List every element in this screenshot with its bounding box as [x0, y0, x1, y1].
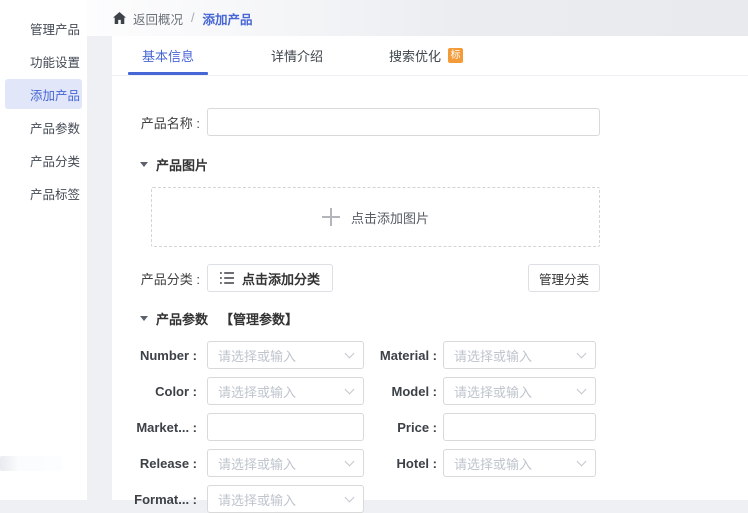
param-row: Release : 请选择或输入 Hotel : 请选择或输入 [112, 449, 748, 477]
param-label-hotel: Hotel : [364, 456, 437, 471]
sidebar: 管理产品功能设置添加产品产品参数产品分类产品标签 [0, 0, 87, 500]
product-category-label: 产品分类 : [112, 269, 200, 288]
param-select-material[interactable]: 请选择或输入 [443, 341, 596, 369]
breadcrumb: 返回概况 / 添加产品 [87, 0, 748, 36]
product-params-label: 产品参数 [156, 309, 208, 328]
content-card: 基本信息 详情介绍 搜索优化标 产品名称 : 产品图片 点击添加图片 产品分类 : [112, 36, 748, 500]
param-cell: Model : 请选择或输入 [364, 377, 596, 405]
breadcrumb-back-link[interactable]: 返回概况 [133, 9, 183, 28]
product-images-label: 产品图片 [156, 155, 208, 174]
param-label-format: Format... : [112, 492, 197, 507]
param-select-color[interactable]: 请选择或输入 [207, 377, 364, 405]
sidebar-item-4[interactable]: 产品分类 [5, 145, 82, 175]
param-label-release: Release : [112, 456, 197, 471]
product-form: 产品名称 : 产品图片 点击添加图片 产品分类 : [112, 76, 748, 513]
tab-2[interactable]: 搜索优化标 [386, 36, 466, 75]
select-placeholder: 请选择或输入 [454, 382, 532, 401]
param-cell: Material : 请选择或输入 [364, 341, 596, 369]
select-placeholder: 请选择或输入 [218, 454, 296, 473]
tab-label: 基本信息 [142, 46, 194, 65]
manage-params-link[interactable]: 【管理参数】 [220, 309, 298, 328]
tab-0[interactable]: 基本信息 [128, 36, 208, 75]
chevron-down-icon [345, 456, 355, 466]
param-label-color: Color : [112, 384, 197, 399]
select-placeholder: 请选择或输入 [218, 346, 296, 365]
breadcrumb-current: 添加产品 [203, 9, 253, 28]
product-name-row: 产品名称 : [112, 108, 748, 136]
param-label-market: Market... : [112, 420, 197, 435]
param-label-number: Number : [112, 348, 197, 363]
tab-badge: 标 [448, 48, 463, 63]
param-row: Color : 请选择或输入 Model : 请选择或输入 [112, 377, 748, 405]
param-select-hotel[interactable]: 请选择或输入 [443, 449, 596, 477]
param-cell: Release : 请选择或输入 [112, 449, 364, 477]
param-input-price[interactable] [443, 413, 596, 441]
upload-hint-label: 点击添加图片 [351, 208, 429, 227]
add-category-label: 点击添加分类 [242, 269, 320, 288]
param-row: Number : 请选择或输入 Material : 请选择或输入 [112, 341, 748, 369]
product-params-grid: Number : 请选择或输入 Material : 请选择或输入 Color : 请选择… [112, 341, 748, 513]
product-name-label: 产品名称 : [112, 113, 200, 132]
status-tooltip [0, 456, 62, 471]
tab-bar: 基本信息 详情介绍 搜索优化标 [112, 36, 748, 76]
param-select-model[interactable]: 请选择或输入 [443, 377, 596, 405]
select-placeholder: 请选择或输入 [454, 346, 532, 365]
sidebar-item-1[interactable]: 功能设置 [5, 46, 82, 76]
breadcrumb-separator: / [191, 11, 194, 25]
chevron-down-icon [577, 456, 587, 466]
select-placeholder: 请选择或输入 [454, 454, 532, 473]
home-icon[interactable] [113, 12, 126, 24]
param-select-format[interactable]: 请选择或输入 [207, 485, 364, 513]
param-cell: Number : 请选择或输入 [112, 341, 364, 369]
sidebar-item-5[interactable]: 产品标签 [5, 178, 82, 208]
param-select-release[interactable]: 请选择或输入 [207, 449, 364, 477]
param-input-field-price[interactable] [454, 420, 585, 435]
product-name-input[interactable] [207, 108, 600, 136]
add-image-dropzone[interactable]: 点击添加图片 [151, 187, 600, 247]
select-placeholder: 请选择或输入 [218, 382, 296, 401]
tab-label: 详情介绍 [271, 46, 323, 65]
add-category-button[interactable]: 点击添加分类 [207, 264, 333, 292]
sidebar-item-0[interactable]: 管理产品 [5, 13, 82, 43]
chevron-down-icon [577, 348, 587, 358]
sidebar-item-3[interactable]: 产品参数 [5, 112, 82, 142]
select-placeholder: 请选择或输入 [218, 490, 296, 509]
chevron-down-icon [345, 492, 355, 502]
param-input-field-market[interactable] [218, 420, 353, 435]
param-row: Market... : Price : [112, 413, 748, 441]
collapse-caret-icon[interactable] [140, 316, 148, 321]
collapse-caret-icon[interactable] [140, 162, 148, 167]
plus-icon [322, 208, 340, 226]
param-cell: Format... : 请选择或输入 [112, 485, 364, 513]
param-label-price: Price : [364, 420, 437, 435]
list-icon [220, 272, 234, 284]
param-cell: Price : [364, 413, 596, 441]
tab-label: 搜索优化 [389, 46, 441, 65]
param-cell: Hotel : 请选择或输入 [364, 449, 596, 477]
chevron-down-icon [345, 384, 355, 394]
param-cell: Color : 请选择或输入 [112, 377, 364, 405]
product-images-section-header: 产品图片 [140, 155, 748, 174]
tab-1[interactable]: 详情介绍 [257, 36, 337, 75]
param-input-market[interactable] [207, 413, 364, 441]
manage-category-button[interactable]: 管理分类 [528, 264, 600, 292]
product-category-row: 产品分类 : 点击添加分类 管理分类 [112, 264, 600, 292]
sidebar-item-2[interactable]: 添加产品 [5, 79, 82, 109]
param-label-material: Material : [364, 348, 437, 363]
param-row: Format... : 请选择或输入 [112, 485, 748, 513]
chevron-down-icon [345, 348, 355, 358]
param-label-model: Model : [364, 384, 437, 399]
chevron-down-icon [577, 384, 587, 394]
param-cell: Market... : [112, 413, 364, 441]
param-select-number[interactable]: 请选择或输入 [207, 341, 364, 369]
product-params-section-header: 产品参数 【管理参数】 [140, 309, 748, 328]
